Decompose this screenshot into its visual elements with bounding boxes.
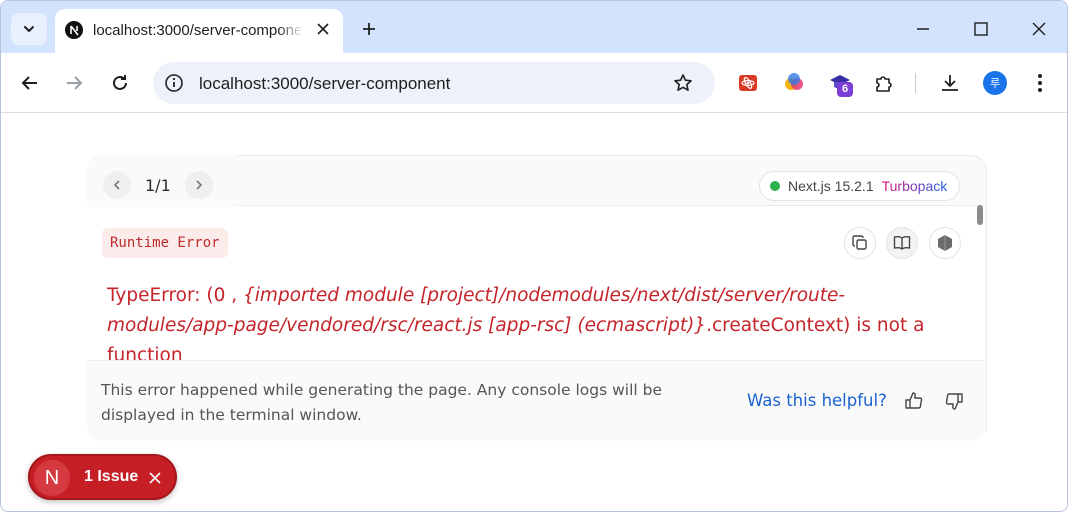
footer-description: This error happened while generating the… [101, 381, 663, 424]
browser-window: localhost:3000/server-component localhos… [0, 0, 1068, 512]
back-button[interactable] [13, 66, 47, 100]
nextjs-favicon-icon [65, 21, 83, 39]
next-error-button[interactable] [184, 171, 213, 199]
thumbs-down-icon [945, 393, 963, 410]
download-icon [942, 75, 958, 91]
new-tab-button[interactable] [355, 15, 383, 43]
chevron-down-icon [24, 26, 34, 33]
profile-button[interactable]: 루 [978, 66, 1012, 100]
extension-with-badge[interactable]: 6 [823, 66, 857, 100]
maximize-button[interactable] [963, 13, 999, 45]
issues-badge-button[interactable]: N 1 Issue [28, 454, 177, 500]
color-wheel-icon [785, 73, 803, 90]
thumbs-up-icon [905, 392, 923, 409]
minimize-button[interactable] [905, 13, 941, 45]
issue-count-label: 1 Issue [84, 468, 139, 485]
avatar: 루 [983, 71, 1007, 95]
forward-button[interactable] [57, 66, 91, 100]
nodejs-hexagon-icon [938, 235, 952, 251]
minimize-icon [917, 28, 929, 30]
extensions-button[interactable] [867, 66, 901, 100]
arrow-right-icon [67, 76, 83, 90]
nextjs-logo-icon: N [34, 460, 70, 496]
bookmark-star-icon[interactable] [671, 71, 695, 95]
scrollbar-thumb[interactable] [977, 205, 983, 225]
close-window-button[interactable] [1021, 13, 1057, 45]
page-content: 1/1 Next.js 15.2.1 Turbopack Runtime Err… [1, 113, 1067, 511]
extension-color-picker[interactable] [777, 66, 811, 100]
plus-icon [363, 23, 375, 35]
copy-error-button[interactable] [844, 227, 876, 259]
extension-badge-count: 6 [837, 82, 853, 97]
error-type-badge: Runtime Error [102, 228, 228, 258]
downloads-button[interactable] [933, 66, 967, 100]
close-icon [1032, 22, 1046, 36]
puzzle-piece-icon [876, 76, 892, 92]
tab-search-button[interactable] [11, 13, 47, 45]
site-info-icon[interactable] [163, 72, 185, 94]
thumbs-up-button[interactable] [901, 388, 927, 414]
docs-button[interactable] [886, 227, 918, 259]
toolbar-separator [915, 73, 916, 93]
nodejs-inspector-button[interactable] [929, 227, 961, 259]
tab-close-icon[interactable] [313, 19, 333, 39]
chevron-right-icon [196, 180, 202, 190]
status-dot-icon [770, 181, 780, 191]
address-bar[interactable]: localhost:3000/server-component [153, 62, 715, 104]
browser-toolbar: localhost:3000/server-component 6 루 [1, 53, 1067, 113]
error-footer: This error happened while generating the… [87, 360, 985, 441]
copy-icon [852, 235, 867, 250]
tab-strip: localhost:3000/server-component [1, 1, 1067, 53]
kebab-menu-icon [1038, 74, 1042, 92]
browser-tab[interactable]: localhost:3000/server-component [55, 9, 343, 53]
nextjs-version: Next.js 15.2.1 [788, 178, 874, 194]
thumbs-down-button[interactable] [941, 388, 967, 414]
error-message: TypeError: (0 , {imported module [projec… [107, 281, 967, 371]
open-book-icon [893, 236, 911, 250]
reload-icon [113, 75, 127, 90]
error-message-prefix: TypeError: (0 , [107, 285, 244, 306]
error-count: 1/1 [145, 175, 171, 195]
arrow-left-icon [21, 76, 37, 90]
chevron-left-icon [113, 180, 120, 190]
previous-error-button[interactable] [103, 171, 131, 199]
bundler-label: Turbopack [881, 178, 948, 194]
error-pager: 1/1 [103, 171, 213, 199]
browser-menu-button[interactable] [1023, 66, 1057, 100]
feedback-prompt: Was this helpful? [747, 391, 887, 410]
extension-react-devtools[interactable] [731, 66, 765, 100]
url-text[interactable]: localhost:3000/server-component [199, 74, 450, 94]
tab-title: localhost:3000/server-component [93, 22, 303, 39]
nextjs-version-badge[interactable]: Next.js 15.2.1 Turbopack [759, 171, 961, 201]
reload-button[interactable] [103, 66, 137, 100]
maximize-icon [974, 22, 988, 36]
react-bug-icon [739, 75, 757, 91]
close-icon[interactable] [146, 469, 164, 487]
